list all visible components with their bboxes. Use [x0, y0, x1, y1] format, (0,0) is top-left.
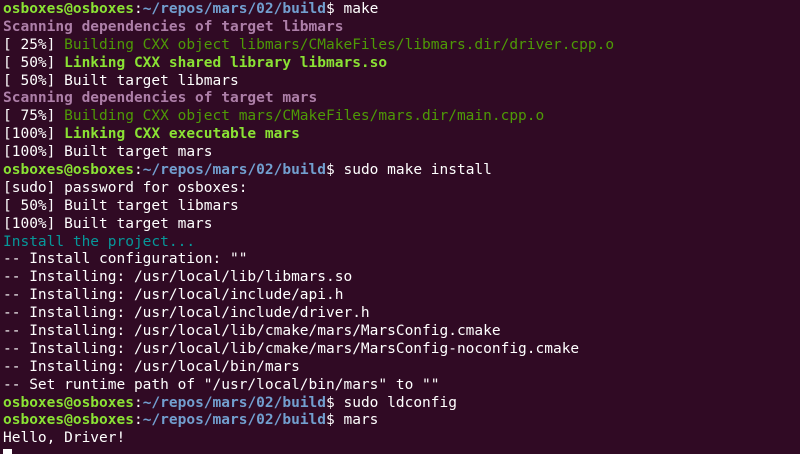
prompt-separator: :	[133, 394, 143, 411]
scanning-line: Scanning dependencies of target libmars	[3, 19, 800, 37]
command-text: sudo make install	[343, 162, 492, 179]
output-text: -- Installing: /usr/local/include/api.h	[3, 287, 344, 304]
prompt-line: osboxes@osboxes:~/repos/mars/02/build$ s…	[3, 162, 800, 180]
scanning-line: Scanning dependencies of target mars	[3, 90, 800, 108]
output-line: Hello, Driver!	[3, 430, 800, 448]
link-line: [ 50%] Linking CXX shared library libmar…	[3, 55, 800, 73]
cursor-line	[3, 448, 800, 454]
output-text: [ 50%] Built target libmars	[3, 72, 239, 89]
prompt-path: ~/repos/mars/02/build	[142, 162, 327, 179]
prompt-path: ~/repos/mars/02/build	[142, 394, 327, 411]
prompt-symbol: $	[326, 162, 344, 179]
output-text: Hello, Driver!	[3, 430, 126, 447]
prompt-user: osboxes@osboxes	[3, 394, 134, 411]
prompt-symbol: $	[326, 412, 344, 429]
output-line: [ 50%] Built target libmars	[3, 73, 800, 91]
build-text: Building CXX object libmars/CMakeFiles/l…	[64, 36, 615, 53]
output-text: [100%] Built target mars	[3, 215, 213, 232]
prompt-separator: :	[133, 412, 143, 429]
install-header-line: Install the project...	[3, 234, 800, 252]
output-line: -- Installing: /usr/local/bin/mars	[3, 359, 800, 377]
build-text: Building CXX object mars/CMakeFiles/mars…	[64, 108, 545, 125]
output-text: [100%] Built target mars	[3, 144, 213, 161]
install-header-text: Install the project...	[3, 233, 196, 250]
scanning-text: Scanning dependencies of target mars	[3, 90, 318, 107]
prompt-path: ~/repos/mars/02/build	[142, 1, 327, 17]
build-line: [ 25%] Building CXX object libmars/CMake…	[3, 37, 800, 55]
prompt-line: osboxes@osboxes:~/repos/mars/02/build$ s…	[3, 395, 800, 413]
prompt-line: osboxes@osboxes:~/repos/mars/02/build$ m…	[3, 412, 800, 430]
prompt-separator: :	[133, 162, 143, 179]
output-line: -- Installing: /usr/local/lib/cmake/mars…	[3, 323, 800, 341]
link-line: [100%] Linking CXX executable mars	[3, 126, 800, 144]
progress-percent: [ 25%]	[3, 36, 65, 53]
output-line: -- Installing: /usr/local/lib/libmars.so	[3, 269, 800, 287]
output-line: [ 50%] Built target libmars	[3, 198, 800, 216]
output-text: [sudo] password for osboxes:	[3, 179, 248, 196]
prompt-user: osboxes@osboxes	[3, 412, 134, 429]
terminal-window[interactable]: osboxes@osboxes:~/repos/mars/02/build$ m…	[0, 0, 800, 454]
prompt-user: osboxes@osboxes	[3, 162, 134, 179]
output-line: -- Installing: /usr/local/include/driver…	[3, 305, 800, 323]
link-text: Linking CXX shared library libmars.so	[64, 54, 388, 71]
output-text: -- Installing: /usr/local/lib/cmake/mars…	[3, 323, 501, 340]
output-text: -- Installing: /usr/local/lib/libmars.so	[3, 269, 353, 286]
prompt-separator: :	[133, 1, 143, 17]
prompt-symbol: $	[326, 1, 344, 17]
command-text: mars	[343, 412, 379, 429]
output-text: -- Set runtime path of "/usr/local/bin/m…	[3, 376, 440, 393]
output-text: -- Installing: /usr/local/bin/mars	[3, 358, 300, 375]
scanning-text: Scanning dependencies of target libmars	[3, 18, 344, 35]
prompt-path: ~/repos/mars/02/build	[142, 412, 327, 429]
link-text: Linking CXX executable mars	[64, 126, 300, 143]
progress-percent: [ 50%]	[3, 54, 65, 71]
output-text: -- Installing: /usr/local/lib/cmake/mars…	[3, 340, 580, 357]
output-text: [ 50%] Built target libmars	[3, 197, 239, 214]
command-text: sudo ldconfig	[343, 394, 457, 411]
output-line: -- Install configuration: ""	[3, 251, 800, 269]
output-text: -- Installing: /usr/local/include/driver…	[3, 305, 370, 322]
output-line: -- Installing: /usr/local/lib/cmake/mars…	[3, 341, 800, 359]
command-text: make	[343, 1, 379, 17]
output-line: -- Set runtime path of "/usr/local/bin/m…	[3, 377, 800, 395]
output-line: [100%] Built target mars	[3, 144, 800, 162]
prompt-symbol: $	[326, 394, 344, 411]
output-text: -- Install configuration: ""	[3, 251, 248, 268]
build-line: [ 75%] Building CXX object mars/CMakeFil…	[3, 108, 800, 126]
prompt-line: osboxes@osboxes:~/repos/mars/02/build$ m…	[3, 1, 800, 19]
output-line: [100%] Built target mars	[3, 216, 800, 234]
terminal-output: osboxes@osboxes:~/repos/mars/02/build$ m…	[3, 1, 800, 454]
prompt-user: osboxes@osboxes	[3, 1, 134, 17]
progress-percent: [ 75%]	[3, 108, 65, 125]
output-line: -- Installing: /usr/local/include/api.h	[3, 287, 800, 305]
text-cursor	[3, 449, 12, 454]
progress-percent: [100%]	[3, 126, 65, 143]
output-line: [sudo] password for osboxes:	[3, 180, 800, 198]
